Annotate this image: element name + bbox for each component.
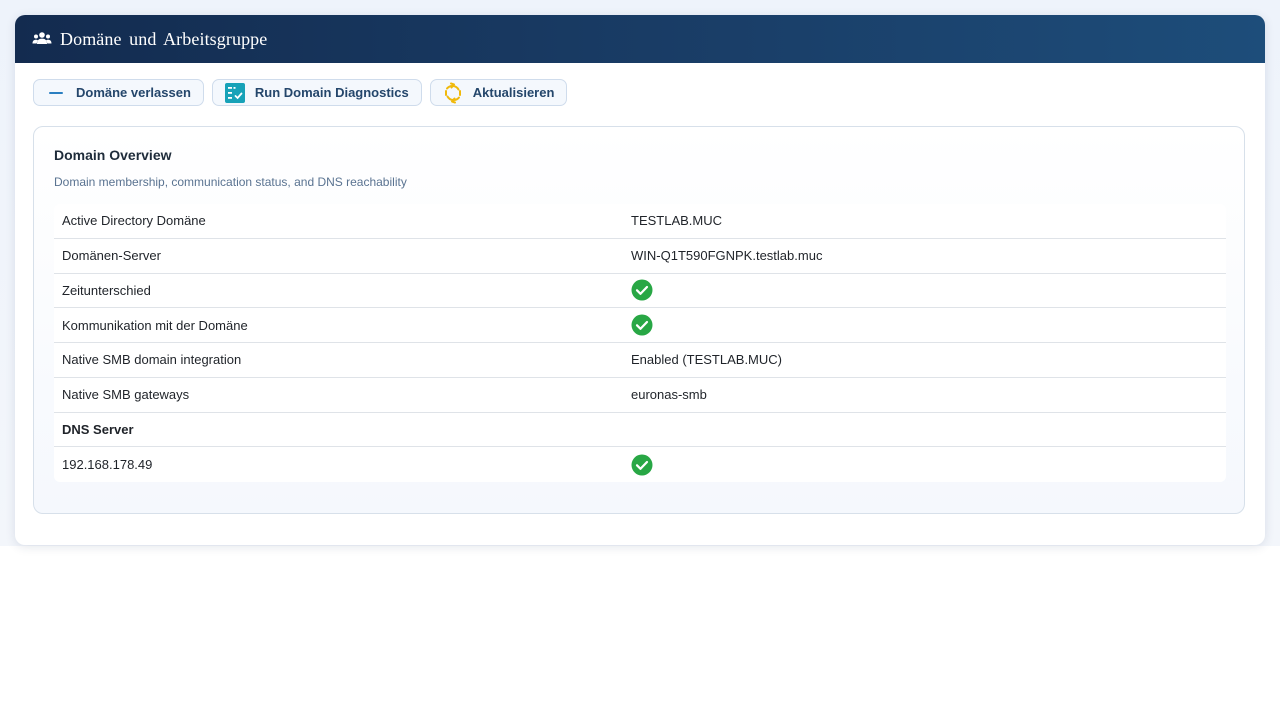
- table-row: Active Directory Domäne TESTLAB.MUC: [54, 204, 1226, 239]
- domain-workgroup-window: Domäne und Arbeitsgruppe Domäne verlasse…: [15, 15, 1265, 545]
- table-row: Kommunikation mit der Domäne: [54, 308, 1226, 343]
- refresh-button[interactable]: Aktualisieren: [429, 79, 568, 106]
- check-circle-icon: [631, 314, 653, 336]
- refresh-icon: [442, 82, 464, 104]
- table-row: 192.168.178.49: [54, 447, 1226, 482]
- domain-overview-panel: Domain Overview Domain membership, commu…: [33, 126, 1245, 514]
- row-key: Native SMB domain integration: [62, 352, 242, 368]
- row-value: [631, 454, 1226, 476]
- toolbar: Domäne verlassen Run Domain Diagnostics: [33, 79, 568, 106]
- checklist-icon: [224, 82, 246, 104]
- domain-info-table: Active Directory Domäne TESTLAB.MUC Domä…: [54, 204, 1226, 482]
- dns-server-address: 192.168.178.49: [62, 457, 153, 473]
- leave-domain-label: Domäne verlassen: [76, 85, 191, 100]
- users-group-icon: [32, 29, 52, 49]
- dns-server-section-row: DNS Server: [54, 413, 1226, 448]
- row-value: euronas-smb: [631, 387, 707, 403]
- row-value: [631, 279, 1226, 301]
- table-row: Native SMB gateways euronas-smb: [54, 378, 1226, 413]
- row-value: Enabled (TESTLAB.MUC): [631, 352, 782, 368]
- row-value: TESTLAB.MUC: [631, 213, 723, 229]
- section-heading: DNS Server: [62, 421, 134, 437]
- table-row: Domänen-Server WIN-Q1T590FGNPK.testlab.m…: [54, 239, 1226, 274]
- window-titlebar: Domäne und Arbeitsgruppe: [15, 15, 1265, 63]
- panel-title: Domain Overview: [54, 147, 172, 163]
- refresh-label: Aktualisieren: [472, 85, 555, 100]
- run-diagnostics-button[interactable]: Run Domain Diagnostics: [211, 79, 422, 106]
- window-title: Domäne und Arbeitsgruppe: [60, 28, 268, 49]
- row-key: Active Directory Domäne: [62, 213, 206, 229]
- row-key: Zeitunterschied: [62, 282, 151, 298]
- check-circle-icon: [631, 454, 653, 476]
- row-key: Kommunikation mit der Domäne: [62, 317, 248, 333]
- run-diagnostics-label: Run Domain Diagnostics: [254, 85, 409, 100]
- minus-icon: [45, 82, 67, 104]
- row-key: Domänen-Server: [62, 248, 161, 264]
- table-row: Zeitunterschied: [54, 274, 1226, 309]
- check-circle-icon: [631, 279, 653, 301]
- leave-domain-button[interactable]: Domäne verlassen: [33, 79, 204, 106]
- table-row: Native SMB domain integration Enabled (T…: [54, 343, 1226, 378]
- panel-subtitle: Domain membership, communication status,…: [54, 175, 407, 189]
- row-value: [631, 314, 1226, 336]
- row-value: WIN-Q1T590FGNPK.testlab.muc: [631, 248, 823, 264]
- row-key: Native SMB gateways: [62, 387, 190, 403]
